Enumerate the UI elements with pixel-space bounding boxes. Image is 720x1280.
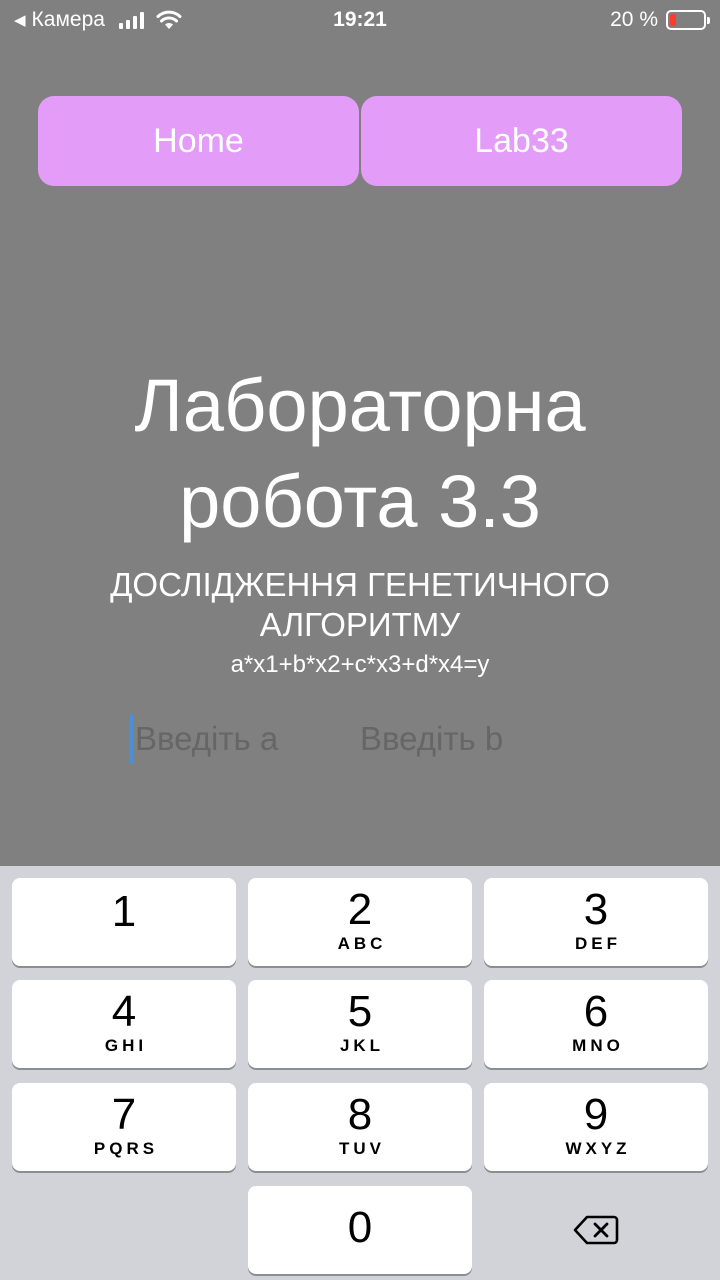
key-2-digit: 2 xyxy=(347,885,373,934)
home-button[interactable]: Home xyxy=(38,96,359,186)
status-right: 20 % xyxy=(610,8,710,32)
status-bar: ◀ Камера 19:21 20 % xyxy=(0,0,720,40)
page-title: Лабораторна робота 3.3 xyxy=(0,358,720,550)
title-line-1: Лабораторна xyxy=(134,364,586,447)
key-4[interactable]: 4 GHI xyxy=(12,980,236,1068)
key-5-letters: JKL xyxy=(339,1036,385,1055)
key-4-letters: GHI xyxy=(104,1036,148,1055)
title-line-2: робота 3.3 xyxy=(179,460,541,543)
key-3-letters: DEF xyxy=(575,934,621,953)
key-3[interactable]: 3 DEF xyxy=(484,878,708,966)
input-b[interactable] xyxy=(360,714,580,764)
key-8[interactable]: 8 TUV xyxy=(248,1083,472,1171)
battery-percentage: 20 % xyxy=(610,8,658,31)
key-5-digit: 5 xyxy=(347,987,373,1036)
subtitle-line-1: ДОСЛІДЖЕННЯ ГЕНЕТИЧНОГО xyxy=(110,566,610,603)
backspace-icon xyxy=(573,1215,619,1245)
coefficient-inputs xyxy=(0,714,720,764)
key-9-digit: 9 xyxy=(583,1090,609,1139)
lab33-button[interactable]: Lab33 xyxy=(361,96,682,186)
key-8-letters: TUV xyxy=(339,1139,385,1158)
key-6[interactable]: 6 MNO xyxy=(484,980,708,1068)
key-3-digit: 3 xyxy=(583,885,609,934)
key-2-letters: ABC xyxy=(337,934,387,953)
key-1-digit: 1 xyxy=(111,887,137,936)
backspace-button[interactable] xyxy=(484,1186,708,1274)
key-2[interactable]: 2 ABC xyxy=(248,878,472,966)
key-9-letters: WXYZ xyxy=(565,1139,631,1158)
page-subtitle: ДОСЛІДЖЕННЯ ГЕНЕТИЧНОГО АЛГОРИТМУ xyxy=(40,565,680,645)
top-navigation: Home Lab33 xyxy=(38,96,682,186)
key-9[interactable]: 9 WXYZ xyxy=(484,1083,708,1171)
key-4-digit: 4 xyxy=(111,987,137,1036)
key-1[interactable]: 1 xyxy=(12,878,236,966)
key-7-letters: PQRS xyxy=(93,1139,159,1158)
key-6-letters: MNO xyxy=(572,1036,624,1055)
numeric-keyboard: 1 2 ABC 3 DEF 4 GHI 5 JKL 6 MNO 7 PQRS 8… xyxy=(0,866,720,1280)
key-7[interactable]: 7 PQRS xyxy=(12,1083,236,1171)
battery-icon xyxy=(666,10,710,30)
battery-level-fill xyxy=(670,14,676,26)
key-0-digit: 0 xyxy=(347,1203,373,1252)
key-8-digit: 8 xyxy=(347,1090,373,1139)
subtitle-line-2: АЛГОРИТМУ xyxy=(259,606,461,643)
input-a[interactable] xyxy=(130,714,330,764)
key-6-digit: 6 xyxy=(583,987,609,1036)
key-5[interactable]: 5 JKL xyxy=(248,980,472,1068)
key-0[interactable]: 0 xyxy=(248,1186,472,1274)
formula-text: a*x1+b*x2+c*x3+d*x4=y xyxy=(230,651,490,678)
key-7-digit: 7 xyxy=(111,1090,137,1139)
